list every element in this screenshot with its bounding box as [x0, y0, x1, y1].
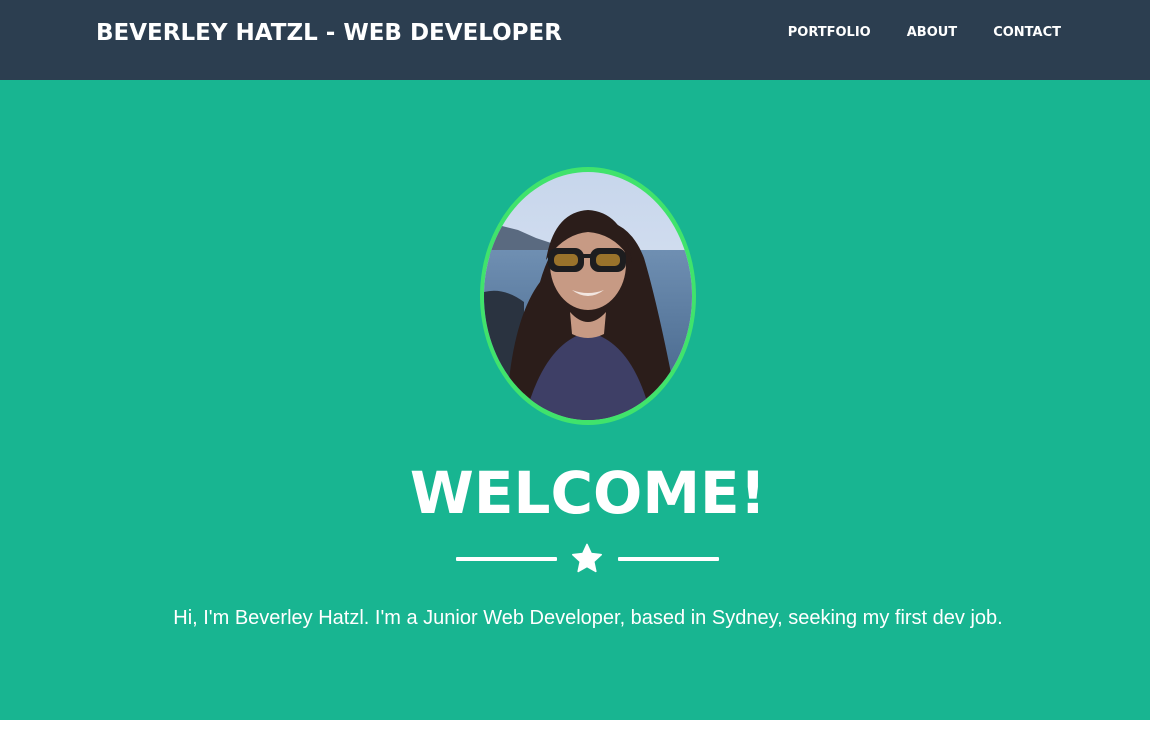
nav-link-contact[interactable]: CONTACT	[993, 24, 1061, 42]
welcome-heading: WELCOME!	[409, 459, 767, 527]
brand-link[interactable]: BEVERLEY HATZL - WEB DEVELOPER	[96, 18, 562, 48]
nav-link-portfolio[interactable]: PORTFOLIO	[788, 24, 871, 42]
star-icon	[572, 543, 602, 573]
divider-line-left	[456, 557, 557, 561]
divider-line-right	[618, 557, 719, 561]
nav-links: PORTFOLIO ABOUT CONTACT	[788, 24, 1061, 42]
intro-text: Hi, I'm Beverley Hatzl. I'm a Junior Web…	[173, 607, 1003, 629]
top-navbar: BEVERLEY HATZL - WEB DEVELOPER PORTFOLIO…	[0, 0, 1150, 80]
avatar-frame	[480, 167, 696, 425]
nav-link-about[interactable]: ABOUT	[907, 24, 957, 42]
masthead: WELCOME! Hi, I'm Beverley Hatzl. I'm a J…	[0, 80, 1150, 720]
star-divider	[456, 542, 720, 576]
avatar	[484, 172, 692, 420]
